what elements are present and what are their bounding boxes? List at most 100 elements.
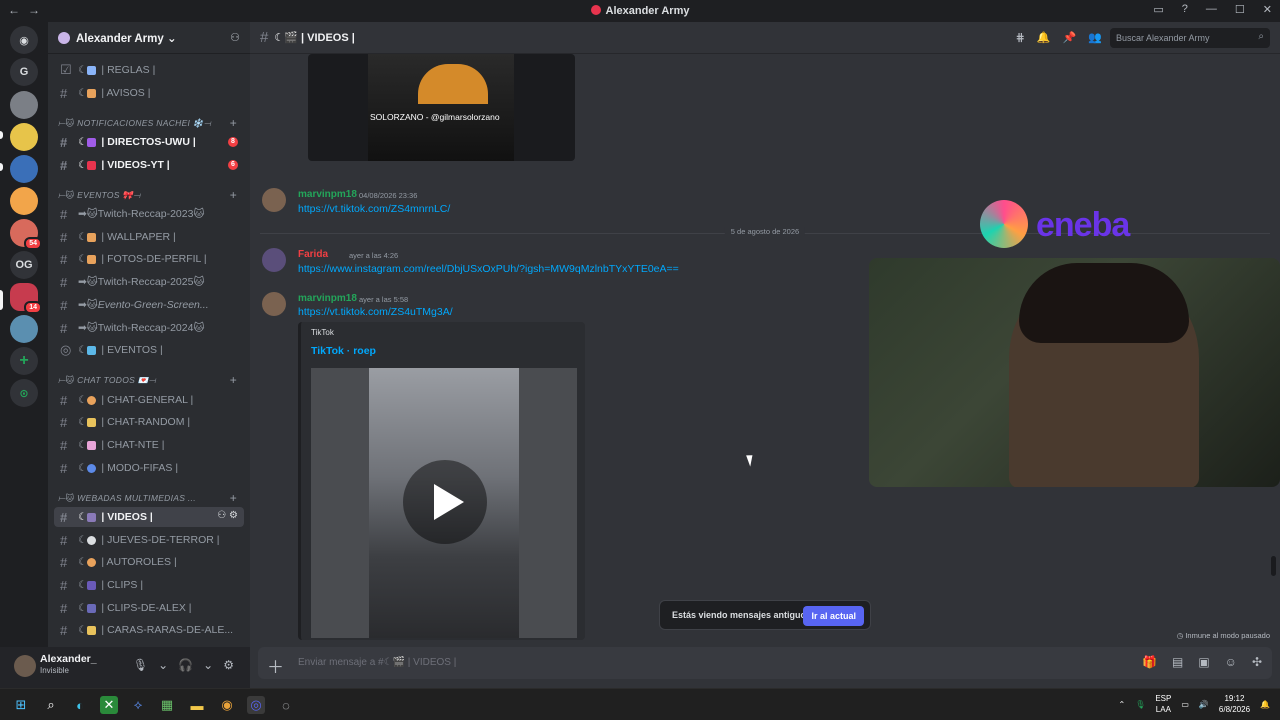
user-name[interactable]: Alexander_	[40, 653, 97, 665]
headphones-icon[interactable]: 🎧	[178, 658, 193, 672]
scrollbar[interactable]	[1271, 556, 1276, 576]
close-button[interactable]: ✕	[1263, 3, 1272, 16]
discord-home-icon[interactable]: ◉	[10, 26, 38, 54]
explore-icon[interactable]: ⊙	[10, 379, 38, 407]
edge-icon[interactable]: ◐	[71, 696, 89, 714]
channel-twitch-2025[interactable]: # ➡🐱Twitch-Reccap-2025🐱	[54, 272, 244, 292]
emoji-icon[interactable]: ☺	[1225, 655, 1237, 669]
channel-nte[interactable]: # ☾ | CHAT-NTE |	[54, 435, 244, 455]
server-avatar-4[interactable]	[10, 187, 38, 215]
discord-icon[interactable]: ◎	[247, 696, 265, 714]
message-author[interactable]: marvinpm18	[298, 189, 357, 200]
video-player[interactable]	[311, 368, 577, 638]
channel-jueves[interactable]: # ☾ | JUEVES-DE-TERROR |	[54, 530, 244, 550]
jump-to-present-button[interactable]: Ir al actual	[803, 606, 864, 626]
chevron-up-icon[interactable]: ⌃	[1118, 700, 1125, 709]
chrome-icon[interactable]: ◉	[218, 696, 236, 714]
chevron-down-icon[interactable]: ⌄	[203, 658, 213, 672]
chevron-down-icon[interactable]: ⌄	[158, 658, 168, 672]
avatar[interactable]	[14, 655, 36, 677]
mic-tray-icon[interactable]: 🎙	[1135, 700, 1145, 709]
channel-videos[interactable]: # ☾ | VIDEOS | ⚇ ⚙	[54, 507, 244, 527]
apps-icon[interactable]: ✣	[1252, 655, 1262, 669]
add-server-icon[interactable]: +	[10, 347, 38, 375]
attach-icon[interactable]: ＋	[267, 653, 284, 678]
minimize-button[interactable]: —	[1206, 3, 1217, 16]
server-avatar-2[interactable]	[10, 123, 38, 151]
message-link[interactable]: https://vt.tiktok.com/ZS4mnrnLC/	[298, 203, 450, 215]
app-icon[interactable]: ▦	[158, 696, 176, 714]
app-icon[interactable]: ⟡	[129, 696, 147, 714]
category-chat[interactable]: ⟝🐱 CHAT TODOS 💌⟞ +	[58, 373, 243, 387]
channel-avisos[interactable]: # ☾ | AVISOS |	[54, 83, 244, 103]
help-icon[interactable]: ?	[1182, 3, 1188, 16]
add-channel-icon[interactable]: +	[230, 116, 237, 130]
channel-caras[interactable]: # ☾ | CARAS-RARAS-DE-ALE...	[54, 620, 244, 640]
server-alexander-army[interactable]: 14	[10, 283, 42, 314]
add-channel-icon[interactable]: +	[230, 491, 237, 505]
channel-clips-alex[interactable]: # ☾ | CLIPS-DE-ALEX |	[54, 598, 244, 618]
server-avatar-6[interactable]	[10, 315, 38, 343]
minecraft-icon[interactable]: ✕	[100, 696, 118, 714]
message-link[interactable]: https://vt.tiktok.com/ZS4uTMg3A/	[298, 306, 453, 318]
threads-icon[interactable]: ⋕	[1016, 31, 1025, 44]
channel-green-screen[interactable]: # ➡🐱Evento-Green-Screen...	[54, 295, 244, 315]
embed-title[interactable]: TikTok · roep	[311, 345, 376, 357]
channel-clips[interactable]: # ☾ | CLIPS |	[54, 575, 244, 595]
server-avatar-5[interactable]: 54	[10, 219, 42, 250]
inbox-icon[interactable]: ▭	[1153, 3, 1163, 16]
start-icon[interactable]: ⊞	[12, 696, 30, 714]
network-icon[interactable]: ▭	[1181, 700, 1189, 709]
image-attachment[interactable]: SOLORZANO - @gilmarsolorzano	[308, 54, 575, 161]
obs-icon[interactable]: ◌	[277, 696, 295, 714]
channel-autoroles[interactable]: # ☾ | AUTOROLES |	[54, 552, 244, 572]
clock[interactable]: 19:12 6/8/2026	[1219, 693, 1250, 715]
channel-fifas[interactable]: # ☾ | MODO-FIFAS |	[54, 458, 244, 478]
avatar[interactable]	[262, 188, 286, 212]
maximize-button[interactable]: ☐	[1235, 3, 1245, 16]
server-avatar-1[interactable]	[10, 91, 38, 119]
avatar[interactable]	[262, 248, 286, 272]
category-notificaciones[interactable]: ⟝🐱 NOTIFICACIONES NACHEI ❄️⟞ +	[58, 116, 243, 130]
pin-icon[interactable]: 📌	[1063, 31, 1077, 44]
server-g[interactable]: G	[10, 58, 38, 86]
message-author[interactable]: Farida	[298, 249, 328, 260]
gif-icon[interactable]: ▤	[1172, 655, 1183, 669]
channel-fotos[interactable]: # ☾ | FOTOS-DE-PERFIL |	[54, 249, 244, 269]
play-icon[interactable]	[403, 460, 487, 544]
channel-twitch-2024[interactable]: # ➡🐱Twitch-Reccap-2024🐱	[54, 318, 244, 338]
search-icon[interactable]: ⌕	[42, 696, 60, 714]
search-input[interactable]: Buscar Alexander Army ⌕	[1110, 28, 1270, 48]
add-channel-icon[interactable]: +	[230, 373, 237, 387]
file-explorer-icon[interactable]: ▬	[188, 696, 206, 714]
channel-actions[interactable]: ⚇ ⚙	[217, 510, 238, 521]
channel-directos[interactable]: # ☾ | DIRECTOS-UWU | 8	[54, 132, 244, 152]
notifications-icon[interactable]: 🔔	[1260, 700, 1270, 709]
add-member-icon[interactable]: ⚇	[230, 31, 240, 44]
settings-icon[interactable]: ⚙	[223, 658, 234, 672]
members-icon[interactable]: 👥	[1088, 31, 1102, 44]
channel-general[interactable]: # ☾ | CHAT-GENERAL |	[54, 390, 244, 410]
message-composer[interactable]: ＋ Enviar mensaje a #☾🎬 | VIDEOS | 🎁 ▤ ▣ …	[258, 647, 1272, 679]
channel-twitch-2023[interactable]: # ➡🐱Twitch-Reccap-2023🐱	[54, 204, 244, 224]
bell-icon[interactable]: 🔔	[1037, 31, 1051, 44]
add-channel-icon[interactable]: +	[230, 188, 237, 202]
language-indicator[interactable]: ESP LAA	[1155, 693, 1171, 715]
category-eventos[interactable]: ⟝🐱 EVENTOS 🎀⟞ +	[58, 188, 243, 202]
channel-random[interactable]: # ☾ | CHAT-RANDOM |	[54, 412, 244, 432]
guild-header[interactable]: Alexander Army ⌄ ⚇	[48, 22, 250, 54]
server-og[interactable]: OG	[10, 251, 38, 279]
volume-icon[interactable]: 🔊	[1199, 700, 1209, 709]
message-author[interactable]: marvinpm18	[298, 293, 357, 304]
category-multimedia[interactable]: ⟝🐱 WEBADAS MULTIMEDIAS ... +	[58, 491, 243, 505]
microphone-icon[interactable]: 🎙	[133, 658, 148, 672]
gift-icon[interactable]: 🎁	[1142, 655, 1157, 669]
channel-wallpaper[interactable]: # ☾ | WALLPAPER |	[54, 227, 244, 247]
avatar[interactable]	[262, 292, 286, 316]
channel-videos-yt[interactable]: # ☾ | VIDEOS-YT | 6	[54, 155, 244, 175]
message-link[interactable]: https://www.instagram.com/reel/DbjUSxOxP…	[298, 263, 679, 275]
sticker-icon[interactable]: ▣	[1198, 655, 1209, 669]
channel-reglas[interactable]: ☑ ☾ | REGLAS |	[54, 60, 244, 80]
channel-eventos[interactable]: ◎ ☾ | EVENTOS |	[54, 340, 244, 360]
server-avatar-3[interactable]	[10, 155, 38, 183]
